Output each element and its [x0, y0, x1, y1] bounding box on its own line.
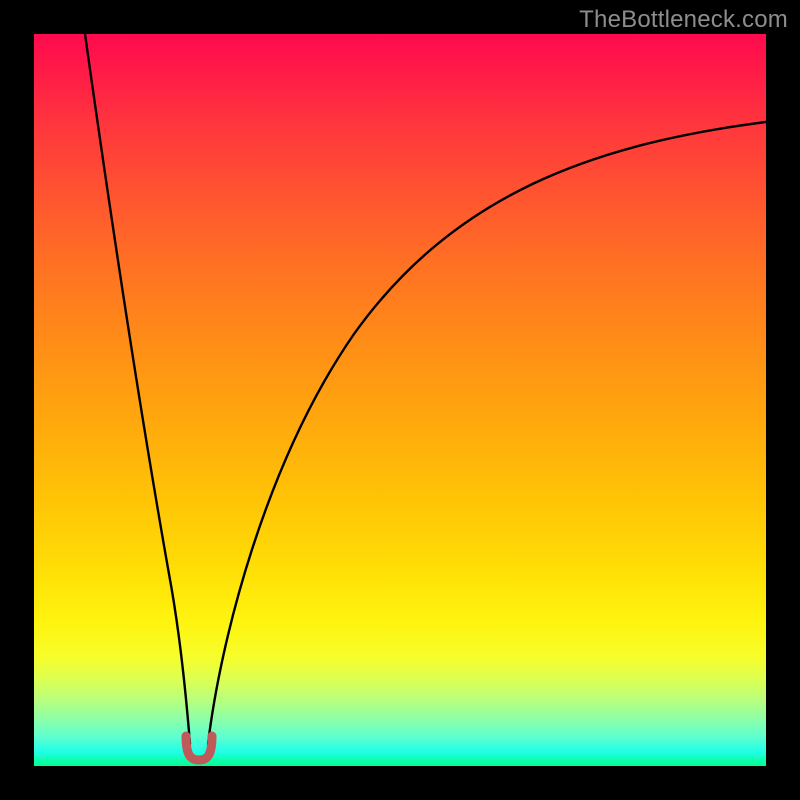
bottleneck-curve	[34, 34, 766, 766]
curve-left-branch	[85, 34, 190, 744]
chart-plot-area	[34, 34, 766, 766]
minimum-u-marker	[186, 736, 212, 760]
watermark-text: TheBottleneck.com	[579, 6, 788, 34]
chart-frame: TheBottleneck.com	[0, 0, 800, 800]
curve-right-branch	[208, 122, 766, 744]
